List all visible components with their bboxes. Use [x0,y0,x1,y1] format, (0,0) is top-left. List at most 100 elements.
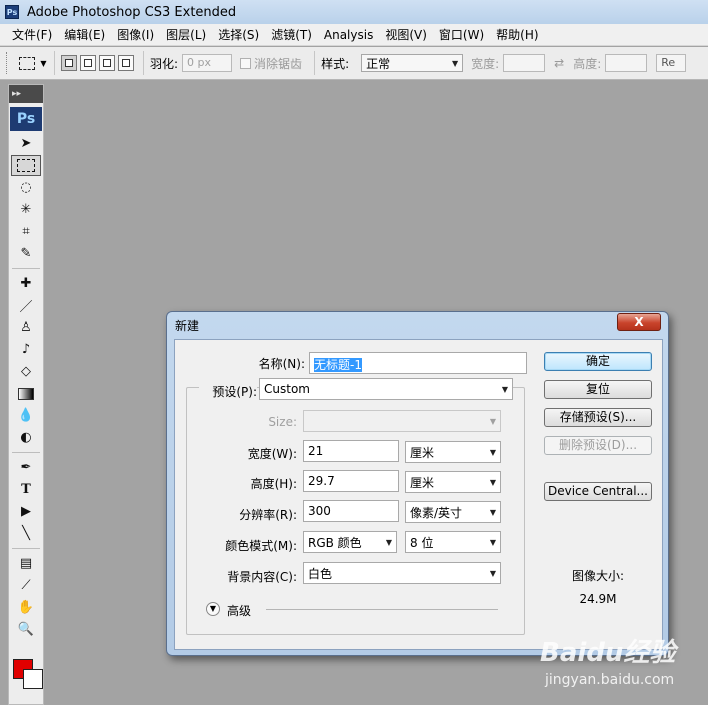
brush-tool-icon[interactable]: ／ [11,295,41,316]
size-select[interactable]: ▼ [303,410,501,432]
dialog-title: 新建 [175,319,200,333]
menu-help[interactable]: 帮助(H) [490,24,544,46]
resolution-unit-value: 像素/英寸 [410,505,463,520]
path-selection-tool-icon[interactable]: ▶ [11,501,41,522]
width-unit-select[interactable]: 厘米 ▼ [405,441,501,463]
expand-advanced-icon[interactable]: ▼ [206,602,220,616]
options-bar-grip[interactable] [6,52,10,74]
height-unit-select[interactable]: 厘米 ▼ [405,471,501,493]
chevron-down-icon: ▼ [489,416,496,426]
window-title: Adobe Photoshop CS3 Extended [27,4,237,20]
size-label: Size: [268,415,297,429]
image-size-label: 图像大小: [571,569,625,583]
bit-depth-value: 8 位 [410,535,434,550]
menu-layer[interactable]: 图层(L) [160,24,212,46]
slice-tool-icon[interactable]: ✎ [11,243,41,264]
type-tool-icon[interactable]: T [11,479,41,500]
dodge-tool-icon[interactable]: ◐ [11,427,41,448]
line-tool-icon[interactable]: ╲ [11,523,41,544]
bit-depth-select[interactable]: 8 位 ▼ [405,531,501,553]
menu-view[interactable]: 视图(V) [379,24,433,46]
lasso-tool-icon[interactable]: ◌ [11,177,41,198]
style-label: 样式: [321,56,350,71]
zoom-tool-icon[interactable]: 🔍 [11,619,41,640]
blur-tool-icon[interactable]: 💧 [11,405,41,426]
gradient-tool-icon[interactable] [11,383,41,404]
hand-tool-icon[interactable]: ✋ [11,597,41,618]
width-input[interactable]: 21 [303,440,399,462]
magic-wand-tool-icon[interactable]: ✳ [11,199,41,220]
marquee-tool-icon[interactable] [11,155,41,176]
history-brush-tool-icon[interactable]: ♪ [11,339,41,360]
menu-image[interactable]: 图像(I) [111,24,160,46]
notes-tool-icon[interactable]: ▤ [11,553,41,574]
feather-input[interactable]: 0 px [182,54,233,72]
tool-preset-picker[interactable]: ▼ [18,51,48,75]
menu-bar: 文件(F) 编辑(E) 图像(I) 图层(L) 选择(S) 滤镜(T) Anal… [0,24,708,46]
close-icon: X [634,315,644,329]
height-input[interactable]: 29.7 [303,470,399,492]
width-unit-value: 厘米 [410,445,435,460]
menu-edit[interactable]: 编辑(E) [58,24,111,46]
menu-window[interactable]: 窗口(W) [433,24,490,46]
healing-brush-tool-icon[interactable]: ✚ [11,273,41,294]
resolution-input[interactable]: 300 [303,500,399,522]
subtract-from-selection-button[interactable] [99,55,115,71]
height-input[interactable] [605,54,648,72]
height-label: 高度(H): [250,477,297,491]
color-mode-label: 颜色模式(M): [225,539,297,553]
background-value: 白色 [308,566,333,581]
add-to-selection-button[interactable] [80,55,96,71]
reset-button[interactable]: 复位 [544,380,652,399]
swap-icon[interactable]: ⇄ [554,56,564,70]
advanced-label[interactable]: 高级 [227,602,251,619]
width-label: 宽度: [471,56,500,71]
divider [143,51,144,75]
antialias-checkbox[interactable] [240,57,252,69]
delete-preset-button[interactable]: 删除预设(D)... [544,436,652,455]
toolbox-collapse-icon[interactable]: ▸▸ [9,85,43,103]
device-central-button[interactable]: Device Central... [544,482,652,501]
menu-select[interactable]: 选择(S) [212,24,265,46]
height-label: 高度: [573,56,602,71]
eraser-tool-icon[interactable]: ◇ [11,361,41,382]
new-document-dialog: 新建 X 名称(N): 无标题-1 预设(P): Custom ▼ Size: … [166,311,669,656]
resolution-label: 分辨率(R): [239,508,297,522]
crop-tool-icon[interactable]: ⌗ [11,221,41,242]
chevron-down-icon: ▼ [489,507,496,517]
name-input[interactable]: 无标题-1 [309,352,527,374]
close-button[interactable]: X [617,313,661,331]
toolbox: ▸▸ Ps ➤ ◌ ✳ ⌗ ✎ ✚ ／ ♙ ♪ ◇ 💧 ◐ ✒ T ▶ ╲ ▤ … [8,84,44,705]
save-preset-button[interactable]: 存储预设(S)... [544,408,652,427]
color-mode-select[interactable]: RGB 颜色 ▼ [303,531,397,553]
dialog-body: 名称(N): 无标题-1 预设(P): Custom ▼ Size: ▼ 宽度(… [174,339,663,650]
baidu-watermark-logo: Baidu经验 [540,638,676,668]
style-select[interactable]: 正常 ▼ [361,54,464,72]
photoshop-app-icon: Ps [5,5,19,19]
background-label: 背景内容(C): [227,570,297,584]
chevron-down-icon: ▼ [40,58,47,68]
pen-tool-icon[interactable]: ✒ [11,457,41,478]
resolution-unit-select[interactable]: 像素/英寸 ▼ [405,501,501,523]
clone-stamp-tool-icon[interactable]: ♙ [11,317,41,338]
photoshop-logo[interactable]: Ps [10,107,42,131]
preset-select[interactable]: Custom ▼ [259,378,513,400]
width-input[interactable] [503,54,546,72]
background-select[interactable]: 白色 ▼ [303,562,501,584]
menu-analysis[interactable]: Analysis [318,24,379,46]
menu-filter[interactable]: 滤镜(T) [265,24,318,46]
intersect-selection-button[interactable] [118,55,134,71]
menu-file[interactable]: 文件(F) [6,24,58,46]
height-unit-value: 厘米 [410,475,435,490]
move-tool-icon[interactable]: ➤ [11,133,41,154]
refine-edge-button[interactable]: Re [656,54,687,72]
chevron-down-icon: ▼ [489,568,496,578]
name-label: 名称(N): [258,357,305,371]
name-value: 无标题-1 [314,358,362,372]
eyedropper-tool-icon[interactable]: ⟋ [11,575,41,596]
title-bar: Ps Adobe Photoshop CS3 Extended [0,0,708,24]
background-color-swatch[interactable] [23,669,43,689]
ok-button[interactable]: 确定 [544,352,652,371]
new-selection-button[interactable] [61,55,77,71]
divider [314,51,316,75]
